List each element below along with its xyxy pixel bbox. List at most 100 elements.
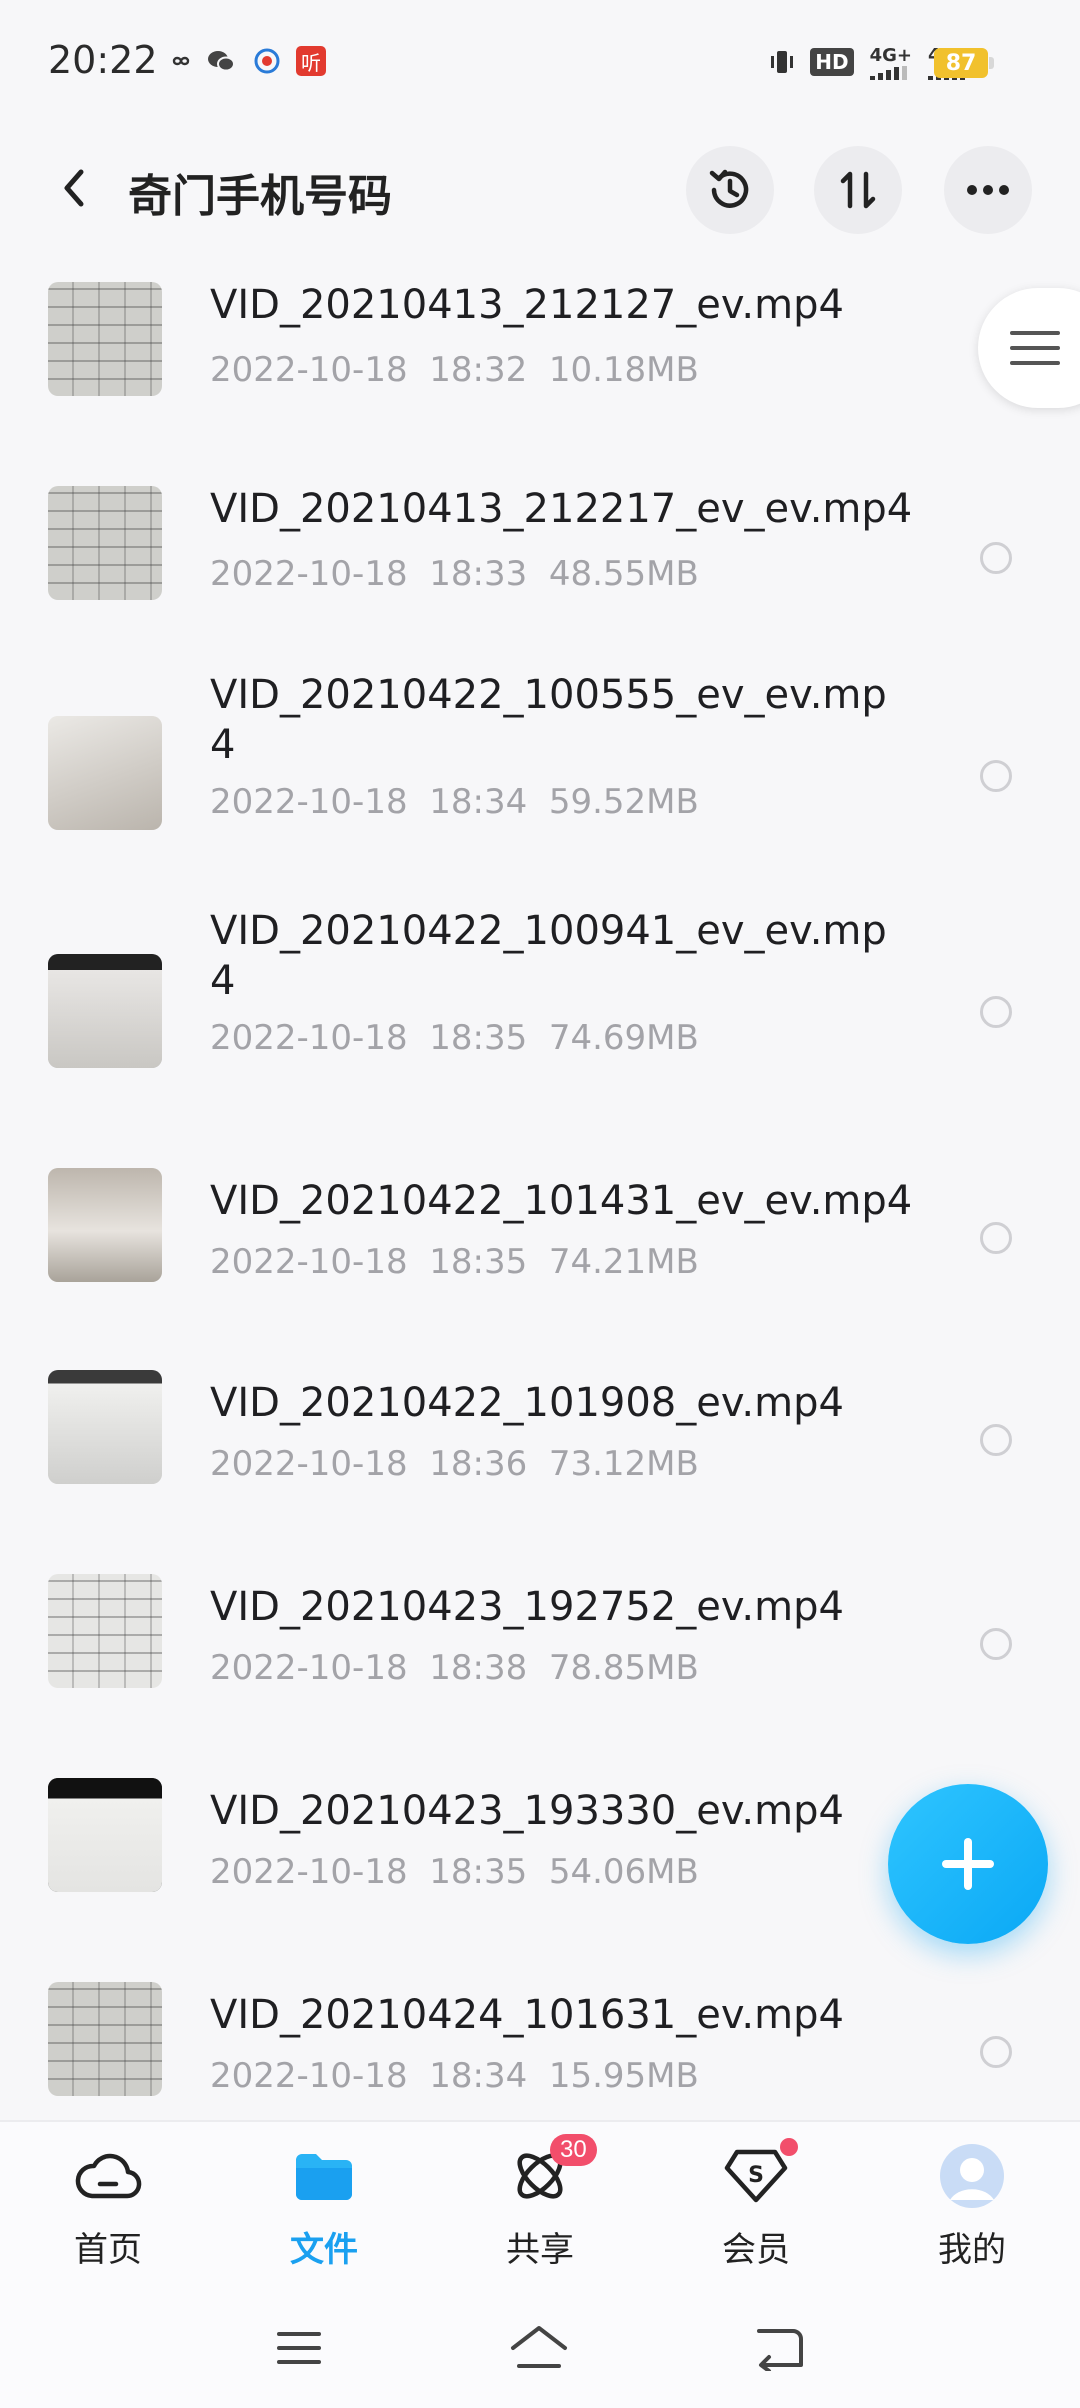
status-bar: 20:22 听 HD 4G+ 4G 87 <box>0 0 1080 130</box>
vibrate-icon <box>771 51 794 73</box>
file-time: 18:35 <box>429 1018 528 1058</box>
folder-icon <box>288 2140 360 2212</box>
file-row[interactable]: VID_20210413_212217_ev_ev.mp4 2022-10-18… <box>0 450 1080 650</box>
file-size: 10.18MB <box>548 350 699 390</box>
back-button[interactable] <box>44 158 104 218</box>
nav-label: 共享 <box>506 2230 574 2270</box>
more-icon <box>967 185 1009 195</box>
nav-label: 我的 <box>938 2230 1006 2270</box>
header-bar: 奇门手机号码 <box>0 130 1080 250</box>
page-title: 奇门手机号码 <box>128 171 392 222</box>
file-name: VID_20210423_193330_ev.mp4 <box>210 1788 844 1834</box>
video-thumbnail <box>48 1370 162 1484</box>
file-row[interactable]: VID_20210424_101631_ev.mp4 2022-10-18 18… <box>0 1966 1080 2120</box>
file-date: 2022-10-18 <box>210 1242 408 1282</box>
select-checkbox[interactable] <box>980 2036 1012 2068</box>
file-size: 59.52MB <box>548 782 699 822</box>
file-name: VID_20210424_101631_ev.mp4 <box>210 1992 844 2038</box>
file-meta: 2022-10-18 18:33 48.55MB <box>210 554 699 594</box>
recent-apps-button[interactable] <box>264 2318 334 2378</box>
app-icon <box>252 46 282 76</box>
file-time: 18:32 <box>429 350 528 390</box>
select-checkbox[interactable] <box>980 996 1012 1028</box>
file-size: 78.85MB <box>548 1648 699 1688</box>
share-badge: 30 <box>550 2134 597 2166</box>
file-size: 48.55MB <box>548 554 699 594</box>
file-meta: 2022-10-18 18:34 59.52MB <box>210 782 699 822</box>
file-time: 18:34 <box>429 782 528 822</box>
wechat-icon <box>206 46 236 76</box>
nav-home[interactable]: 首页 <box>28 2140 188 2280</box>
add-button[interactable] <box>888 1784 1048 1944</box>
file-row[interactable]: VID_20210423_192752_ev.mp4 2022-10-18 18… <box>0 1558 1080 1758</box>
select-checkbox[interactable] <box>980 1424 1012 1456</box>
plus-icon <box>942 1838 994 1890</box>
select-checkbox[interactable] <box>980 542 1012 574</box>
file-time: 18:34 <box>429 2056 528 2096</box>
battery-indicator: 87 <box>934 48 988 78</box>
nav-label: 文件 <box>290 2230 358 2270</box>
list-menu-icon <box>1010 331 1060 365</box>
file-meta: 2022-10-18 18:38 78.85MB <box>210 1648 699 1688</box>
home-icon <box>511 2326 567 2368</box>
bottom-nav: 首页 文件 30 共享 S 会员 我的 <box>0 2120 1080 2290</box>
file-time: 18:35 <box>429 1242 528 1282</box>
file-size: 54.06MB <box>548 1852 699 1892</box>
file-time: 18:35 <box>429 1852 528 1892</box>
file-meta: 2022-10-18 18:34 15.95MB <box>210 2056 699 2096</box>
nav-files[interactable]: 文件 <box>244 2140 404 2280</box>
home-button[interactable] <box>504 2318 574 2378</box>
video-thumbnail <box>48 1982 162 2096</box>
file-date: 2022-10-18 <box>210 782 408 822</box>
file-meta: 2022-10-18 18:35 54.06MB <box>210 1852 699 1892</box>
file-name: VID_20210413_212217_ev_ev.mp4 <box>210 486 913 532</box>
battery-tip <box>989 57 994 69</box>
svg-text:S: S <box>748 2163 764 2188</box>
file-row[interactable]: VID_20210422_100941_ev_ev.mp4 2022-10-18… <box>0 906 1080 1146</box>
nav-share[interactable]: 30 共享 <box>460 2134 620 2280</box>
cloud-icon <box>72 2140 144 2212</box>
status-time: 20:22 <box>48 38 158 82</box>
file-row[interactable]: VID_20210422_101431_ev_ev.mp4 2022-10-18… <box>0 1150 1080 1350</box>
select-checkbox[interactable] <box>980 1628 1012 1660</box>
ting-app-icon: 听 <box>296 46 326 76</box>
file-date: 2022-10-18 <box>210 1444 408 1484</box>
nav-label: 首页 <box>74 2230 142 2270</box>
file-row[interactable]: VID_20210422_101908_ev.mp4 2022-10-18 18… <box>0 1354 1080 1554</box>
nav-vip[interactable]: S 会员 <box>676 2138 836 2280</box>
file-date: 2022-10-18 <box>210 1018 408 1058</box>
video-thumbnail <box>48 282 162 396</box>
vip-diamond-icon: S <box>720 2138 798 2212</box>
sort-button[interactable] <box>814 146 902 234</box>
file-date: 2022-10-18 <box>210 1648 408 1688</box>
avatar-icon <box>936 2140 1008 2212</box>
history-button[interactable] <box>686 146 774 234</box>
video-thumbnail <box>48 1778 162 1892</box>
video-thumbnail <box>48 486 162 600</box>
sim1-net-label: 4G+ <box>869 44 912 66</box>
file-time: 18:38 <box>429 1648 528 1688</box>
back-nav-button[interactable] <box>744 2318 814 2378</box>
sim1-signal: 4G+ <box>869 44 912 80</box>
file-date: 2022-10-18 <box>210 1852 408 1892</box>
menu-icon <box>277 2332 321 2364</box>
file-row[interactable]: VID_20210422_100555_ev_ev.mp4 2022-10-18… <box>0 670 1080 910</box>
more-button[interactable] <box>944 146 1032 234</box>
file-name: VID_20210413_212127_ev.mp4 <box>210 282 844 328</box>
file-name: VID_20210422_101431_ev_ev.mp4 <box>210 1178 913 1224</box>
video-thumbnail <box>48 954 162 1068</box>
file-date: 2022-10-18 <box>210 350 408 390</box>
file-size: 15.95MB <box>548 2056 699 2096</box>
select-checkbox[interactable] <box>980 760 1012 792</box>
file-name: VID_20210423_192752_ev.mp4 <box>210 1584 844 1630</box>
history-icon <box>709 169 749 208</box>
nav-me[interactable]: 我的 <box>892 2140 1052 2280</box>
file-meta: 2022-10-18 18:36 73.12MB <box>210 1444 699 1484</box>
video-thumbnail <box>48 716 162 830</box>
signal-icon <box>869 65 907 80</box>
hd-badge: HD <box>810 48 854 76</box>
back-arrow-icon <box>757 2329 803 2371</box>
file-row[interactable]: VID_20210413_212127_ev.mp4 2022-10-18 18… <box>0 250 1080 450</box>
select-checkbox[interactable] <box>980 1222 1012 1254</box>
file-time: 18:36 <box>429 1444 528 1484</box>
